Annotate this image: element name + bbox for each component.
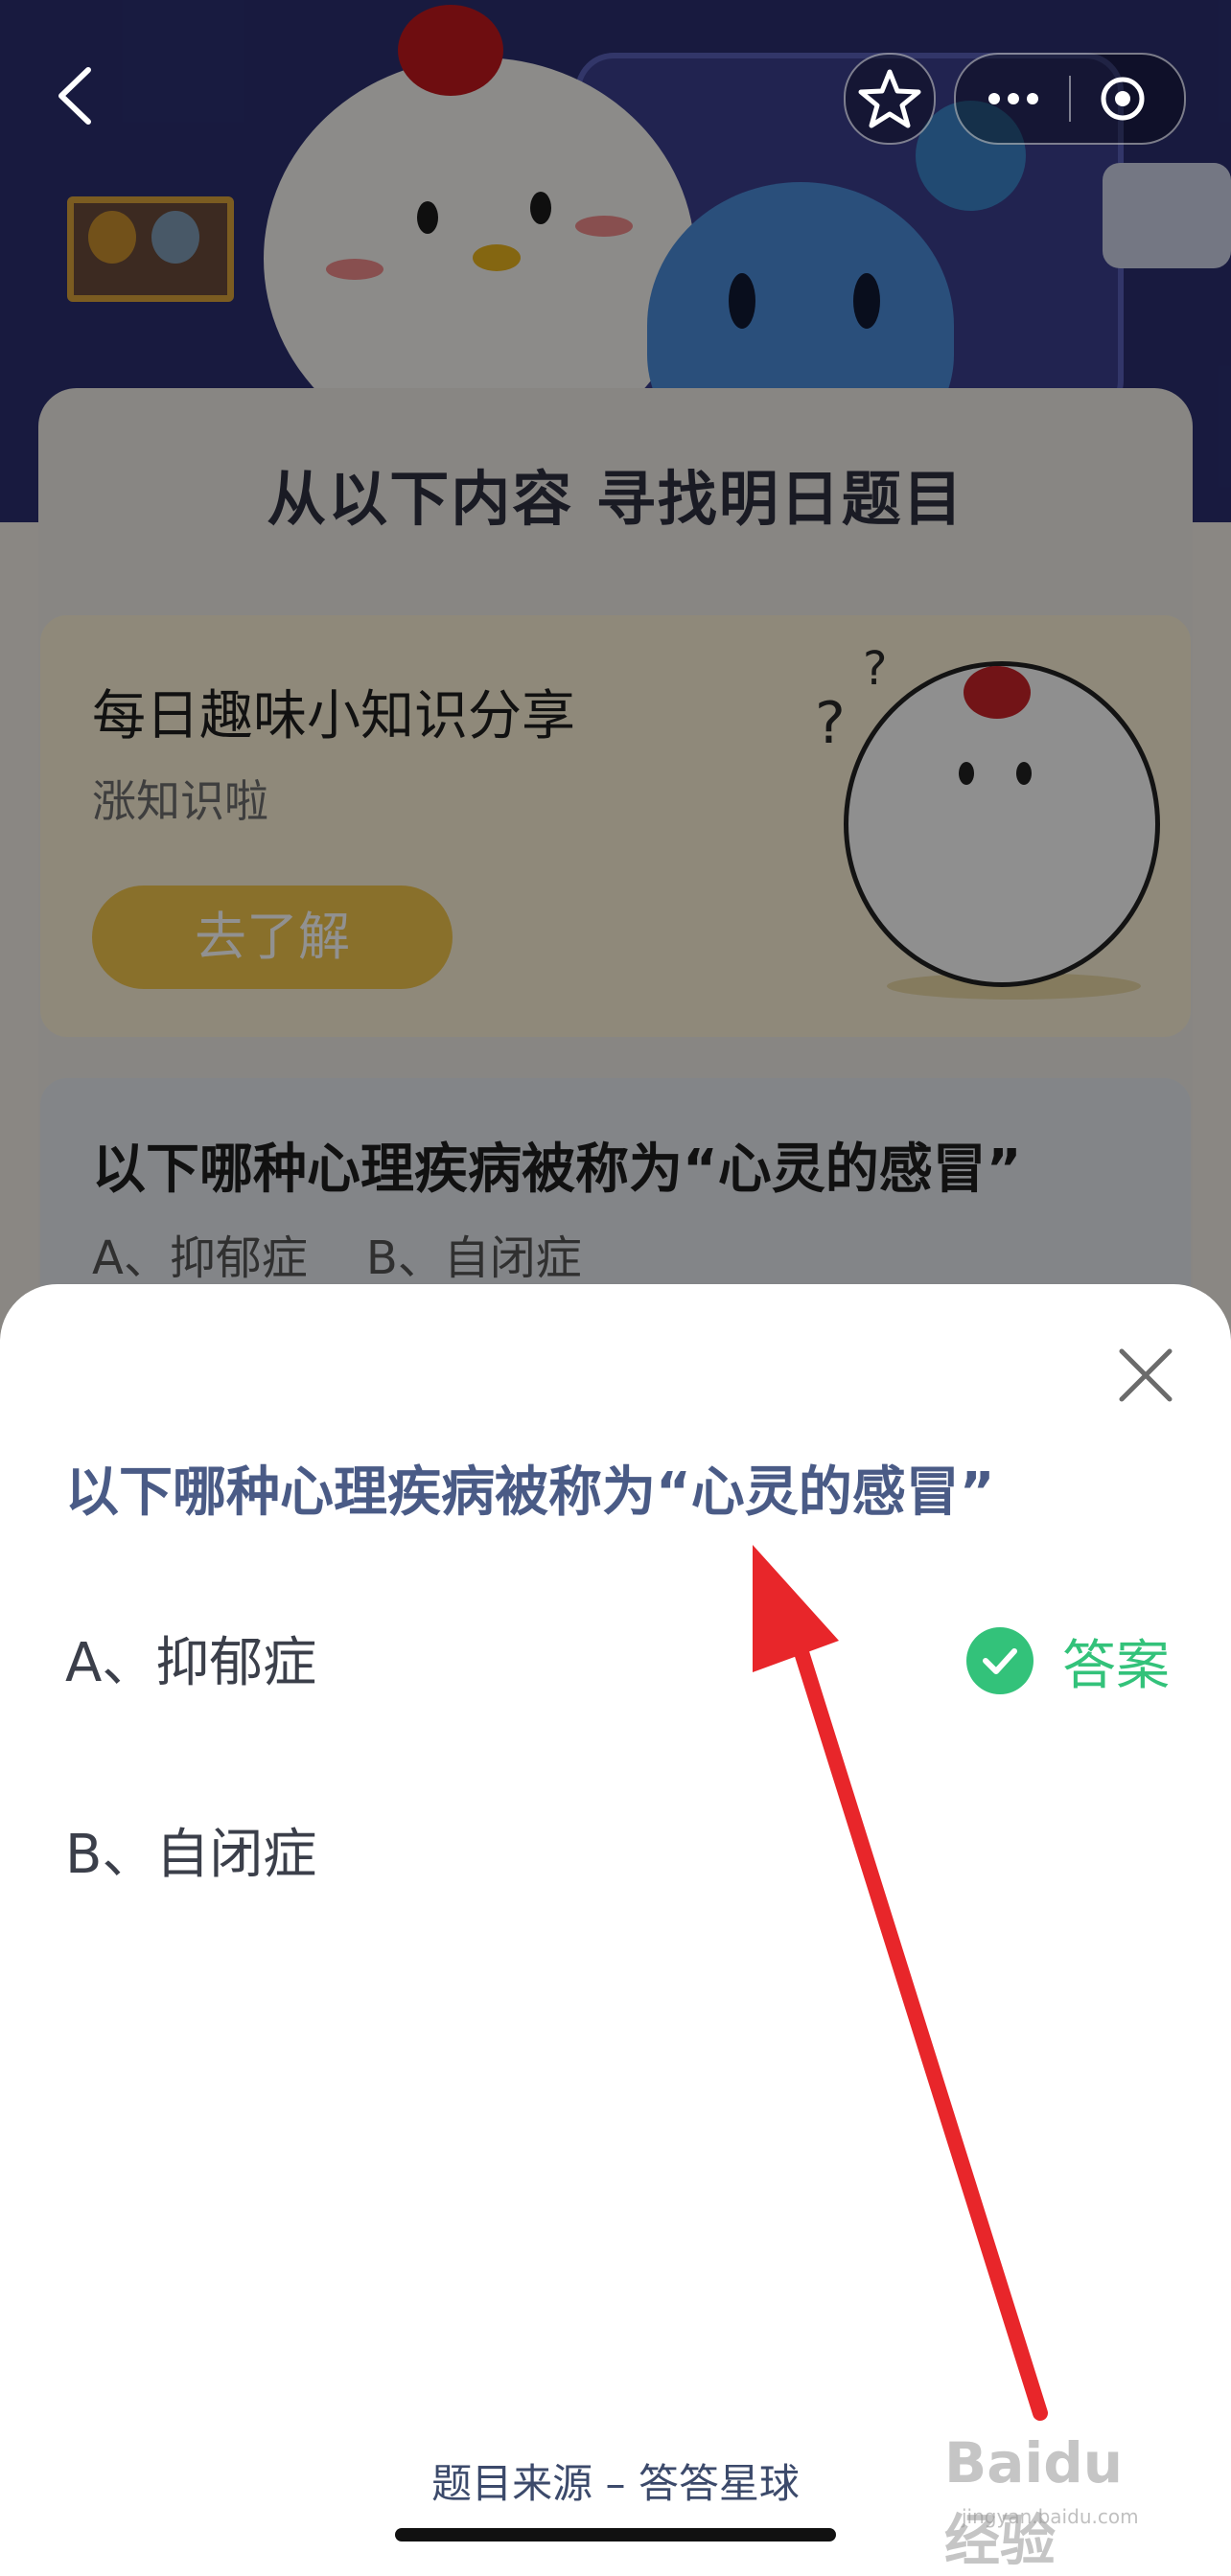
background-page: 从以下内容 寻找明日题目 每日趣味小知识分享 涨知识啦 去了解 ? ? 以下哪种… (0, 0, 1231, 1342)
baidu-watermark: Baidu经验 jingyan.baidu.com (944, 2425, 1174, 2573)
answer-indicator: 答案 (966, 1627, 1170, 1697)
watermark-logo: Baidu经验 (944, 2430, 1124, 2573)
capsule-divider (1069, 76, 1071, 122)
chevron-left-icon (58, 67, 91, 125)
favorite-button[interactable] (844, 53, 936, 145)
star-icon (858, 69, 921, 128)
answer-label: 答案 (1062, 1634, 1170, 1697)
more-icon[interactable] (985, 81, 1042, 116)
close-miniprogram-icon[interactable] (1098, 74, 1148, 124)
close-icon (1119, 1348, 1173, 1402)
watermark-url: jingyan.baidu.com (962, 2505, 1139, 2528)
modal-overlay[interactable] (0, 0, 1231, 1342)
check-circle-icon (966, 1627, 1034, 1694)
answer-sheet: 以下哪种心理疾病被称为“心灵的感冒” A、抑郁症 B、自闭症 答案 题目来源 –… (0, 1284, 1231, 2562)
option-b[interactable]: B、自闭症 (65, 1811, 316, 1889)
back-button[interactable] (48, 62, 105, 129)
option-a[interactable]: A、抑郁症 (65, 1620, 316, 1697)
home-indicator[interactable] (395, 2528, 836, 2542)
close-button[interactable] (1112, 1342, 1179, 1409)
capsule-menu (954, 53, 1186, 145)
sheet-question: 以下哪种心理疾病被称为“心灵的感冒” (65, 1461, 995, 1524)
